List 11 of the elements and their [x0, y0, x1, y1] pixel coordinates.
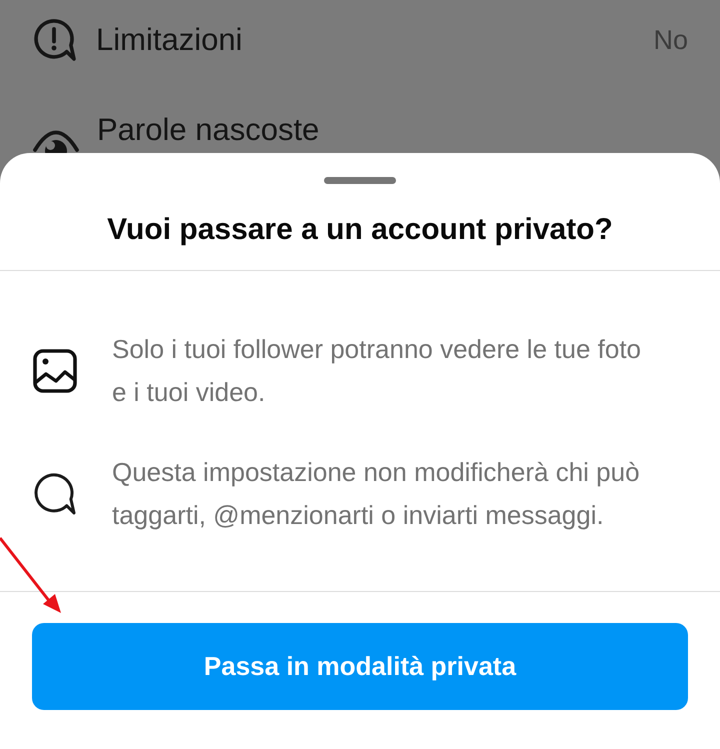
alert-bubble-icon [33, 18, 77, 62]
setting-label[interactable]: Parole nascoste [97, 112, 320, 148]
chat-bubble-icon [33, 472, 77, 516]
info-text: Questa impostazione non modificherà chi può taggarti, @menzionarti o inviarti messaggi. [112, 456, 641, 532]
switch-to-private-button[interactable]: Passa in modalità privata [32, 623, 688, 710]
sheet-title: Vuoi passare a un account privato? [107, 212, 613, 248]
setting-value: No [653, 24, 688, 57]
photo-icon [33, 349, 77, 393]
setting-label[interactable]: Limitazioni [96, 22, 242, 58]
drag-handle[interactable] [324, 177, 396, 184]
info-text: Solo i tuoi follower potranno vedere le tue foto e i tuoi video. [112, 333, 642, 409]
